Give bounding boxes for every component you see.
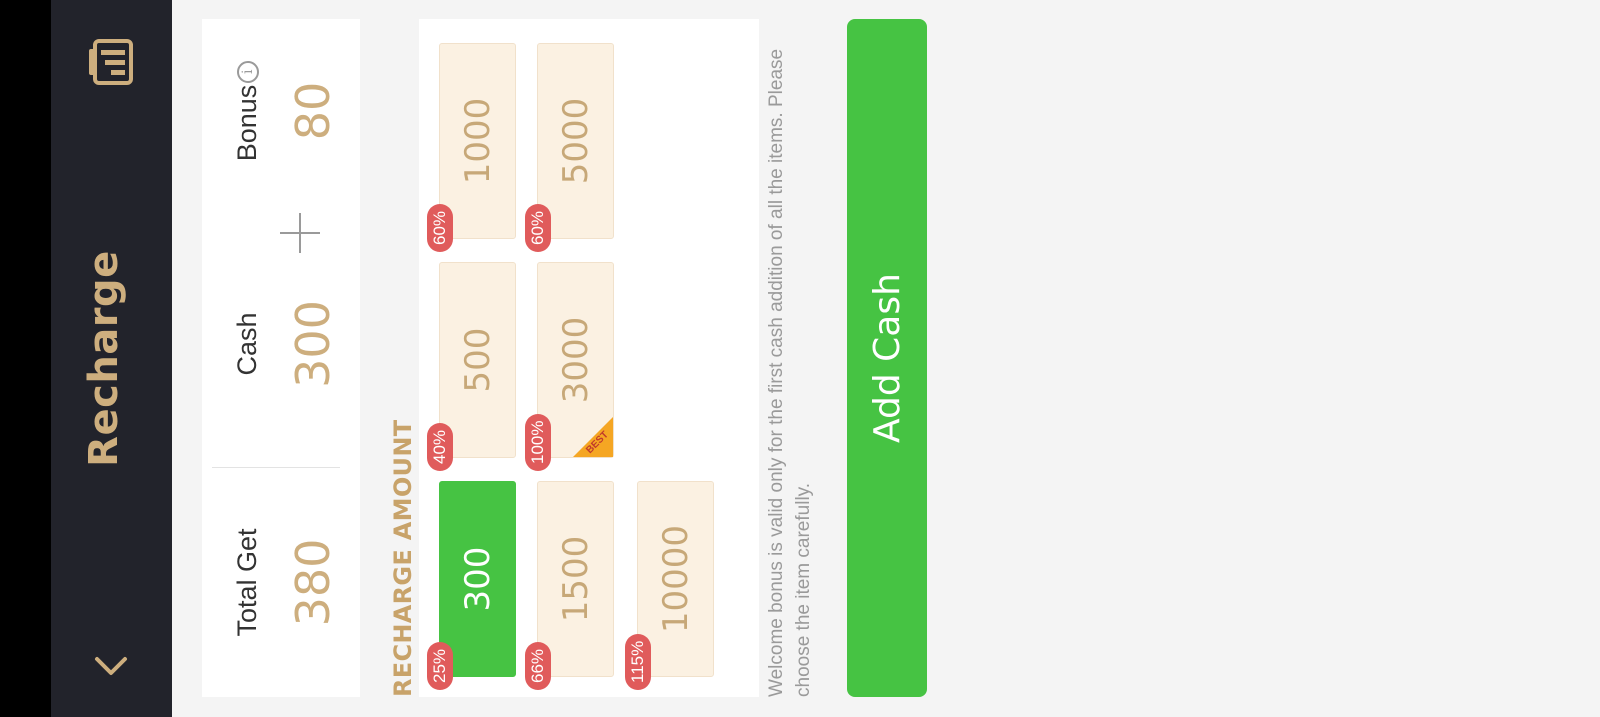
bonus-percent-badge: 100% <box>525 413 551 471</box>
page-title: Recharge <box>81 250 127 467</box>
amount-value: 10000 <box>655 524 696 634</box>
bonus-percent-badge: 60% <box>427 203 453 252</box>
amount-option-1000[interactable]: 60% 1000 <box>427 43 516 252</box>
bonus-percent-badge: 66% <box>525 641 551 690</box>
cash-label: Cash <box>232 312 262 376</box>
records-icon[interactable] <box>85 37 135 87</box>
recharge-screen: Recharge Total Get 380 Cash 300 Bonusi 8… <box>51 0 1600 717</box>
summary-card: Total Get 380 Cash 300 Bonusi 80 <box>202 19 360 697</box>
add-cash-button[interactable]: Add Cash <box>847 19 927 697</box>
total-get-value: 380 <box>286 538 340 627</box>
amount-option-5000[interactable]: 60% 5000 <box>525 43 614 252</box>
amount-value: 500 <box>457 327 498 393</box>
best-ribbon: BEST <box>573 417 613 457</box>
bonus-label-row: Bonusi <box>232 21 263 201</box>
amount-option-300[interactable]: 25% 300 <box>427 481 516 690</box>
amount-value: 1000 <box>457 97 498 185</box>
header-bar: Recharge <box>51 0 172 717</box>
bonus-percent-badge: 60% <box>525 203 551 252</box>
bonus-value: 80 <box>286 81 340 141</box>
amount-value: 300 <box>457 546 498 612</box>
amount-grid: 25% 300 40% 500 60% 1000 66% 1500 100% 3… <box>419 19 759 697</box>
bonus-percent-badge: 115% <box>625 633 651 690</box>
total-get-label: Total Get <box>232 528 262 637</box>
screen-edge <box>0 0 51 717</box>
bonus-percent-badge: 25% <box>427 641 453 690</box>
best-tag: BEST <box>584 429 611 456</box>
amount-value: 5000 <box>555 97 596 185</box>
amount-value: 3000 <box>555 316 596 404</box>
recharge-amount-heading: RECHARGE AMOUNT <box>389 419 417 697</box>
plus-icon <box>280 213 320 253</box>
welcome-bonus-note: Welcome bonus is valid only for the firs… <box>766 48 814 697</box>
cash-column: Cash 300 <box>202 269 360 419</box>
amount-option-1500[interactable]: 66% 1500 <box>525 481 614 690</box>
info-icon[interactable]: i <box>237 60 259 83</box>
amount-option-10000[interactable]: 115% 10000 <box>625 481 714 690</box>
bonus-column: Bonusi 80 <box>202 21 360 201</box>
cash-value: 300 <box>286 300 340 388</box>
bonus-percent-badge: 40% <box>427 422 453 471</box>
summary-divider <box>212 467 340 468</box>
bonus-label: Bonus <box>232 84 262 162</box>
amount-option-500[interactable]: 40% 500 <box>427 262 516 471</box>
amount-option-3000[interactable]: 100% 3000 BEST <box>525 262 614 471</box>
amount-value: 1500 <box>555 535 596 623</box>
total-get-column: Total Get 380 <box>202 468 360 697</box>
